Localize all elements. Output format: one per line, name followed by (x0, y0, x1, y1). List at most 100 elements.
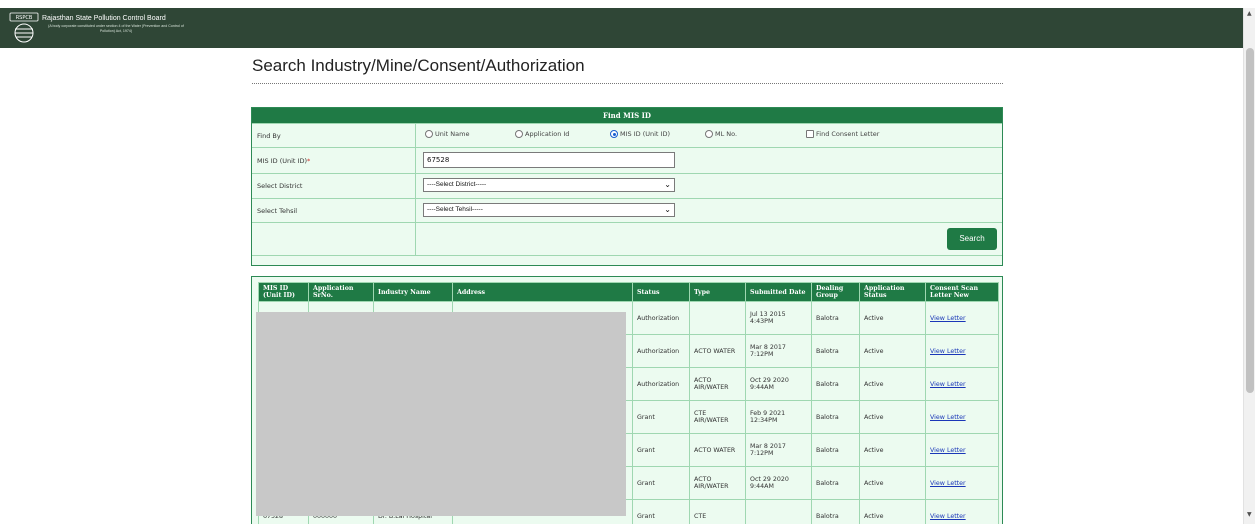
tehsil-label: Select Tehsil (252, 199, 416, 222)
empty-label-cell (252, 223, 416, 255)
district-label: Select District (252, 174, 416, 198)
col-submitted-date: Submitted Date (745, 282, 812, 302)
cell-status: Grant (632, 499, 690, 524)
cell-app-status: Active (859, 499, 926, 524)
view-letter-link[interactable]: View Letter (925, 334, 999, 368)
cell-app-status: Active (859, 466, 926, 500)
cell-type: ACTO AIR/WATER (689, 367, 746, 401)
cell-app-status: Active (859, 367, 926, 401)
radio-label: ML No. (715, 130, 738, 138)
cell-status: Grant (632, 433, 690, 467)
checkbox-icon[interactable] (806, 130, 814, 138)
mis-id-label: MIS ID (Unit ID) * (252, 148, 416, 173)
col-type: Type (689, 282, 746, 302)
cell-status: Grant (632, 400, 690, 434)
mis-id-label-text: MIS ID (Unit ID) (257, 156, 307, 165)
org-name: Rajasthan State Pollution Control Board (42, 15, 166, 22)
cell-group: Balotra (811, 334, 860, 368)
cell-type: ACTO AIR/WATER (689, 466, 746, 500)
tehsil-select-value: ----Select Tehsil----- (427, 206, 483, 213)
radio-button-icon[interactable] (705, 130, 713, 138)
redacted-region (256, 312, 626, 516)
radio-label: Application Id (525, 130, 570, 138)
rspcb-logo-icon: RSPCB (9, 12, 39, 43)
required-mark: * (307, 156, 311, 165)
cell-group: Balotra (811, 499, 860, 524)
cell-app-status: Active (859, 400, 926, 434)
scroll-thumb[interactable] (1246, 48, 1254, 393)
table-header-row: MIS ID (Unit ID) Application SrNo. Indus… (258, 282, 999, 302)
district-row: Select District ----Select District-----… (252, 173, 1002, 198)
radio-button-icon[interactable] (515, 130, 523, 138)
cell-group: Balotra (811, 466, 860, 500)
page-scrollbar[interactable]: ▲ ▼ (1243, 8, 1255, 524)
col-mis-id: MIS ID (Unit ID) (258, 282, 309, 302)
col-application-status: Application Status (859, 282, 926, 302)
form-heading: Find MIS ID (252, 108, 1002, 123)
cell-status: Authorization (632, 367, 690, 401)
cell-group: Balotra (811, 400, 860, 434)
org-subtitle: (A body corporate constituted under sect… (48, 24, 184, 33)
cell-group: Balotra (811, 367, 860, 401)
col-application-srno: Application SrNo. (308, 282, 374, 302)
col-status: Status (632, 282, 690, 302)
view-letter-link[interactable]: View Letter (925, 433, 999, 467)
mis-id-row: MIS ID (Unit ID) * 67528 (252, 147, 1002, 173)
scroll-up-arrow-icon[interactable]: ▲ (1247, 10, 1252, 17)
title-divider (252, 83, 1003, 84)
chevron-down-icon: ⌄ (664, 205, 671, 214)
search-row: Search (252, 222, 1002, 255)
view-letter-link[interactable]: View Letter (925, 301, 999, 335)
top-header-bar: RSPCB Rajasthan State Pollution Control … (0, 8, 1243, 48)
cell-type: ACTO WATER (689, 334, 746, 368)
view-letter-link[interactable]: View Letter (925, 400, 999, 434)
cell-type (689, 301, 746, 335)
view-letter-link[interactable]: View Letter (925, 367, 999, 401)
cell-date: Mar 8 2017 7:12PM (745, 334, 812, 368)
cell-app-status: Active (859, 301, 926, 335)
checkbox-label: Find Consent Letter (816, 130, 880, 138)
view-letter-link[interactable]: View Letter (925, 499, 999, 524)
chevron-down-icon: ⌄ (664, 180, 671, 189)
col-address: Address (452, 282, 633, 302)
tehsil-select[interactable]: ----Select Tehsil----- ⌄ (423, 203, 675, 217)
radio-application-id[interactable]: Application Id (515, 130, 569, 138)
radio-button-icon[interactable] (425, 130, 433, 138)
view-letter-link[interactable]: View Letter (925, 466, 999, 500)
cell-status: Authorization (632, 301, 690, 335)
radio-label: MIS ID (Unit ID) (620, 130, 670, 138)
tehsil-row: Select Tehsil ----Select Tehsil----- ⌄ (252, 198, 1002, 222)
page-title: Search Industry/Mine/Consent/Authorizati… (252, 56, 585, 75)
scroll-down-arrow-icon[interactable]: ▼ (1247, 511, 1252, 518)
district-select-value: ----Select District----- (427, 181, 487, 188)
radio-button-selected-icon[interactable] (610, 130, 618, 138)
cell-date: Feb 9 2021 12:34PM (745, 400, 812, 434)
cell-type: CTE (689, 499, 746, 524)
find-mis-form: Find MIS ID Find By Unit Name Applicatio… (251, 107, 1003, 266)
cell-date: Oct 29 2020 9:44AM (745, 367, 812, 401)
cell-group: Balotra (811, 433, 860, 467)
cell-date: Jul 13 2015 4:43PM (745, 301, 812, 335)
radio-unit-name[interactable]: Unit Name (425, 130, 469, 138)
cell-type: CTE AIR/WATER (689, 400, 746, 434)
cell-type: ACTO WATER (689, 433, 746, 467)
cell-date: Mar 8 2017 7:12PM (745, 433, 812, 467)
cell-status: Authorization (632, 334, 690, 368)
col-industry-name: Industry Name (373, 282, 453, 302)
radio-ml-no[interactable]: ML No. (705, 130, 737, 138)
district-select[interactable]: ----Select District----- ⌄ (423, 178, 675, 192)
find-by-row: Find By Unit Name Application Id MIS ID … (252, 123, 1002, 147)
find-consent-letter-checkbox[interactable]: Find Consent Letter (806, 130, 879, 138)
radio-mis-id[interactable]: MIS ID (Unit ID) (610, 130, 670, 138)
radio-label: Unit Name (435, 130, 470, 138)
logo-text: RSPCB (16, 15, 33, 21)
cell-app-status: Active (859, 334, 926, 368)
mis-id-input[interactable]: 67528 (423, 152, 675, 168)
col-consent-letter: Consent Scan Letter New (925, 282, 999, 302)
cell-date: Oct 29 2020 9:44AM (745, 466, 812, 500)
col-dealing-group: Dealing Group (811, 282, 860, 302)
find-by-label: Find By (252, 124, 416, 147)
search-button[interactable]: Search (947, 228, 997, 250)
cell-status: Grant (632, 466, 690, 500)
cell-app-status: Active (859, 433, 926, 467)
